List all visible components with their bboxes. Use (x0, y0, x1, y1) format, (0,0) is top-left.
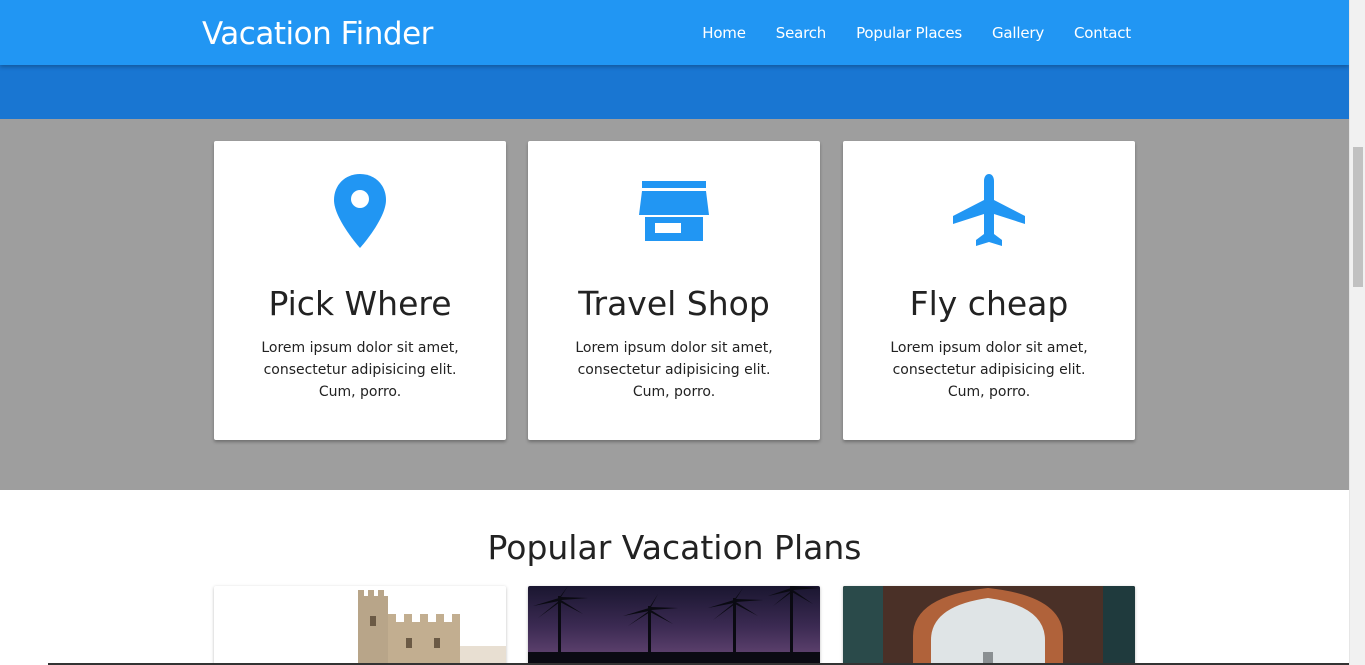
feature-text: Lorem ipsum dolor sit amet, consectetur … (261, 340, 459, 400)
navbar: Vacation Finder Home Search Popular Plac… (0, 0, 1349, 65)
nav-menu: Home Search Popular Places Gallery Conta… (702, 24, 1131, 42)
feature-card-pick-where: Pick Where Lorem ipsum dolor sit amet, c… (214, 141, 506, 440)
scrollbar-thumb[interactable] (1353, 147, 1363, 287)
hero-band (0, 65, 1349, 119)
feature-title: Pick Where (268, 284, 452, 323)
feature-text: Lorem ipsum dolor sit amet, consectetur … (575, 340, 773, 400)
feature-card-travel-shop: Travel Shop Lorem ipsum dolor sit amet, … (528, 141, 820, 440)
airplane-icon (843, 171, 1135, 251)
nav-link-search[interactable]: Search (776, 24, 827, 42)
feature-title: Travel Shop (578, 284, 770, 323)
nav-link-gallery[interactable]: Gallery (992, 24, 1044, 42)
scrollbar[interactable] (1349, 0, 1365, 665)
nav-link-popular-places[interactable]: Popular Places (856, 24, 962, 42)
brand-logo[interactable]: Vacation Finder (202, 16, 433, 52)
palm-trees-sunset-photo[interactable] (528, 586, 820, 665)
nav-link-home[interactable]: Home (702, 24, 746, 42)
arch-gateway-photo[interactable] (843, 586, 1135, 665)
feature-title: Fly cheap (909, 284, 1069, 323)
feature-card-fly-cheap: Fly cheap Lorem ipsum dolor sit amet, co… (843, 141, 1135, 440)
castle-photo[interactable] (214, 586, 506, 665)
feature-text: Lorem ipsum dolor sit amet, consectetur … (890, 340, 1088, 400)
map-marker-icon (214, 171, 506, 251)
popular-section-title: Popular Vacation Plans (487, 528, 862, 567)
store-icon (528, 171, 820, 251)
nav-link-contact[interactable]: Contact (1074, 24, 1131, 42)
